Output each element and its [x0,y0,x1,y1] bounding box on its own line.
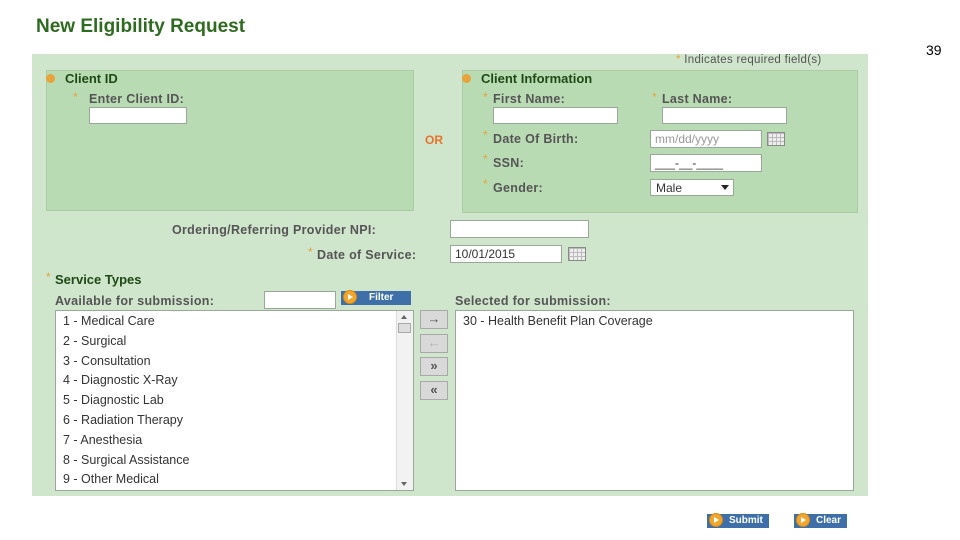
ssn-label: SSN: [493,156,525,170]
list-item[interactable]: 2 - Surgical [56,332,413,352]
bullet-icon [462,74,471,83]
selected-service-list[interactable]: 30 - Health Benefit Plan Coverage [455,310,854,491]
filter-button-label: Filter [369,292,394,303]
calendar-icon[interactable] [767,132,785,146]
list-item[interactable]: 30 - Health Benefit Plan Coverage [456,312,853,332]
required-star-icon: * [652,90,657,104]
required-star-icon: * [676,54,681,66]
client-id-input[interactable] [89,107,187,124]
list-item[interactable]: 6 - Radiation Therapy [56,411,413,431]
play-icon [709,513,723,527]
play-icon [796,513,810,527]
submit-button-label: Submit [729,515,763,526]
npi-label: Ordering/Referring Provider NPI: [172,223,377,237]
first-name-input[interactable] [493,107,618,124]
scroll-up-icon[interactable] [401,315,407,319]
required-star-icon: * [308,245,313,259]
list-item[interactable]: 5 - Diagnostic Lab [56,391,413,411]
required-star-icon: * [483,128,488,142]
move-all-right-button[interactable]: » [420,357,448,376]
play-icon [343,290,357,304]
page-title: New Eligibility Request [36,16,246,37]
date-of-service-input[interactable]: 10/01/2015 [450,245,562,263]
client-id-heading: Client ID [65,71,118,86]
client-information-heading: Client Information [481,71,593,86]
list-item[interactable]: 4 - Diagnostic X-Ray [56,371,413,391]
date-of-service-label: Date of Service: [317,248,417,262]
dob-label: Date Of Birth: [493,132,579,146]
move-all-left-button[interactable]: « [420,381,448,400]
required-star-icon: * [483,90,488,104]
filter-button[interactable]: Filter [341,290,411,305]
chevron-down-icon [721,185,729,190]
move-right-button[interactable]: → [420,310,448,329]
required-star-icon: * [46,270,51,284]
npi-input[interactable] [450,220,589,238]
required-star-icon: * [483,177,488,191]
move-left-button[interactable]: ← [420,334,448,353]
required-note: * Indicates required field(s) [676,54,822,66]
gender-selected-value: Male [656,181,683,195]
or-label: OR [425,133,443,147]
bullet-icon [46,74,55,83]
list-item[interactable]: 9 - Other Medical [56,470,413,490]
list-item[interactable]: 1 - Medical Care [56,312,413,332]
list-item[interactable]: 7 - Anesthesia [56,431,413,451]
list-item[interactable]: 8 - Surgical Assistance [56,451,413,471]
gender-label: Gender: [493,181,544,195]
clear-button-label: Clear [816,515,842,526]
scroll-thumb[interactable] [398,323,411,333]
submit-button[interactable]: Submit [707,513,769,528]
service-types-heading: Service Types [55,272,142,287]
last-name-input[interactable] [662,107,787,124]
ssn-input[interactable]: ___-__-____ [650,154,762,172]
required-star-icon: * [483,152,488,166]
enter-client-id-label: Enter Client ID: [89,92,185,106]
scrollbar[interactable] [396,311,413,490]
first-name-label: First Name: [493,92,566,106]
selected-label: Selected for submission: [455,294,611,308]
calendar-icon[interactable] [568,247,586,261]
gender-select[interactable]: Male [650,179,734,196]
clear-button[interactable]: Clear [794,513,848,528]
last-name-label: Last Name: [662,92,733,106]
required-star-icon: * [73,90,78,104]
slide-number: 39 [926,42,942,58]
available-service-list[interactable]: 1 - Medical Care 2 - Surgical 3 - Consul… [55,310,414,491]
dob-input[interactable]: mm/dd/yyyy [650,130,762,148]
list-item[interactable]: 3 - Consultation [56,352,413,372]
available-label: Available for submission: [55,294,215,308]
filter-input[interactable] [264,291,336,309]
required-note-text: Indicates required field(s) [684,54,822,66]
scroll-down-icon[interactable] [401,482,407,486]
